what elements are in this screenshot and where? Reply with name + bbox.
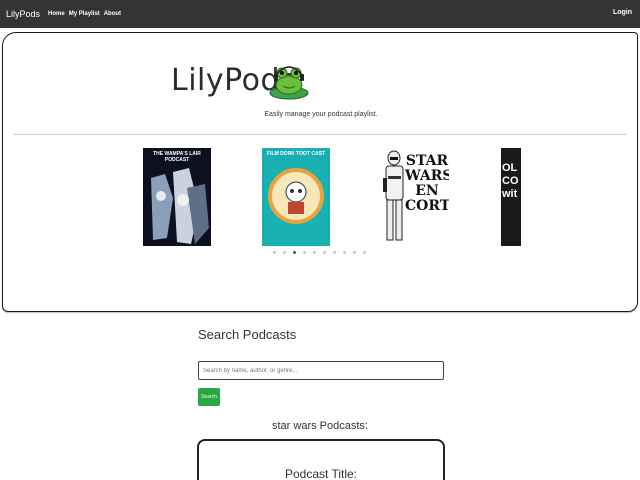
search-button[interactable]: Search xyxy=(198,388,220,406)
carousel-indicator-dot[interactable] xyxy=(303,251,306,254)
star-wars-en-corto-title: STAR WARS EN CORTO xyxy=(405,153,449,214)
wampa-lair-cover[interactable]: THE WAMPA'S LAIR PODCAST xyxy=(143,148,211,246)
hero-panel: LilyPods Easily manage your podcast play… xyxy=(2,32,638,312)
frog-logo-icon xyxy=(269,66,309,100)
carousel-indicators xyxy=(273,251,373,254)
brand-link[interactable]: LilyPods xyxy=(6,9,40,19)
carousel-indicator-dot[interactable] xyxy=(333,251,336,254)
podcast-result-card[interactable]: Podcast Title: xyxy=(197,439,445,480)
hero-divider xyxy=(13,134,627,135)
podcast-carousel[interactable]: THE WAMPA'S LAIR PODCAST FILM DORK TOOT … xyxy=(3,145,639,249)
navbar: LilyPods Home My Playlist About Login xyxy=(0,0,640,28)
carousel-indicator-dot[interactable] xyxy=(273,251,276,254)
nav-links: Home My Playlist About xyxy=(48,11,125,17)
wampa-lair-title: THE WAMPA'S LAIR PODCAST xyxy=(153,151,201,163)
carousel-indicator-dot[interactable] xyxy=(283,251,286,254)
carousel-indicator-dot[interactable] xyxy=(343,251,346,254)
results-title: star wars Podcasts: xyxy=(272,420,368,432)
partial-cover[interactable]: OL CO wit xyxy=(501,148,521,246)
carousel-indicator-dot[interactable] xyxy=(323,251,326,254)
nav-home-link[interactable]: Home xyxy=(48,11,65,17)
carousel-indicator-dot[interactable] xyxy=(313,251,316,254)
nav-playlist-link[interactable]: My Playlist xyxy=(69,11,100,17)
film-dork-cover[interactable]: FILM DORK TOOT CAST xyxy=(262,148,330,246)
search-title: Search Podcasts xyxy=(198,327,297,342)
film-dork-title: FILM DORK TOOT CAST xyxy=(267,151,325,157)
carousel-indicator-dot[interactable] xyxy=(293,251,296,254)
film-dork-art xyxy=(262,148,330,246)
podcast-title-label: Podcast Title: xyxy=(284,467,358,480)
star-wars-en-corto-cover[interactable]: STAR WARS EN CORTO xyxy=(381,148,449,246)
carousel-indicator-dot[interactable] xyxy=(353,251,356,254)
search-input[interactable] xyxy=(198,361,444,380)
carousel-indicator-dot[interactable] xyxy=(363,251,366,254)
tagline: Easily manage your podcast playlist. xyxy=(264,111,378,118)
nav-about-link[interactable]: About xyxy=(104,11,121,17)
partial-cover-title: OL CO wit xyxy=(502,162,519,200)
login-link[interactable]: Login xyxy=(613,9,632,16)
